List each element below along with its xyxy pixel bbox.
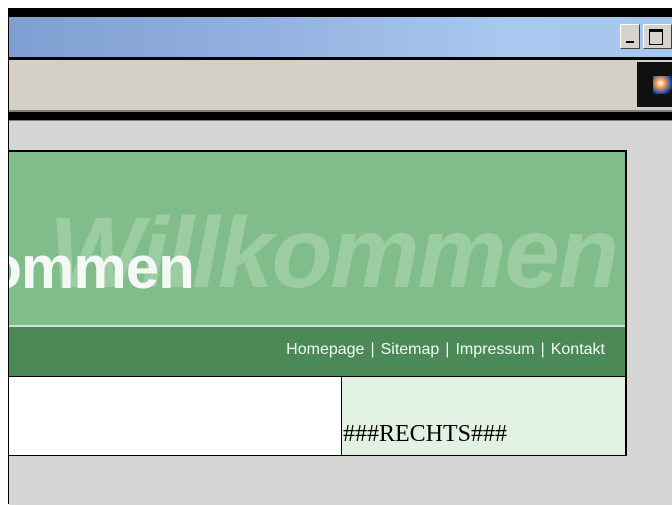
nav-link-impressum[interactable]: Impressum <box>455 341 534 358</box>
page-title: kommen <box>9 234 195 301</box>
nav-link-homepage[interactable]: Homepage <box>286 341 364 358</box>
page-header: Willkommen kommen <box>9 152 625 325</box>
content-main-column <box>9 377 341 455</box>
maximize-button[interactable] <box>643 24 672 49</box>
browser-throbber-icon <box>637 62 672 107</box>
title-bar[interactable] <box>9 17 672 57</box>
browser-toolbar <box>9 60 672 112</box>
nav-separator: | <box>370 341 375 358</box>
nav-links: Homepage | Sitemap | Impressum | Kontakt <box>286 341 605 359</box>
nav-separator: | <box>445 341 450 358</box>
right-column-placeholder: ###RECHTS### <box>343 421 508 447</box>
minimize-button[interactable] <box>620 24 640 49</box>
nav-separator: | <box>540 341 545 358</box>
top-navigation: Homepage | Sitemap | Impressum | Kontakt <box>9 327 625 376</box>
nav-link-kontakt[interactable]: Kontakt <box>551 341 605 358</box>
nav-link-sitemap[interactable]: Sitemap <box>381 341 440 358</box>
